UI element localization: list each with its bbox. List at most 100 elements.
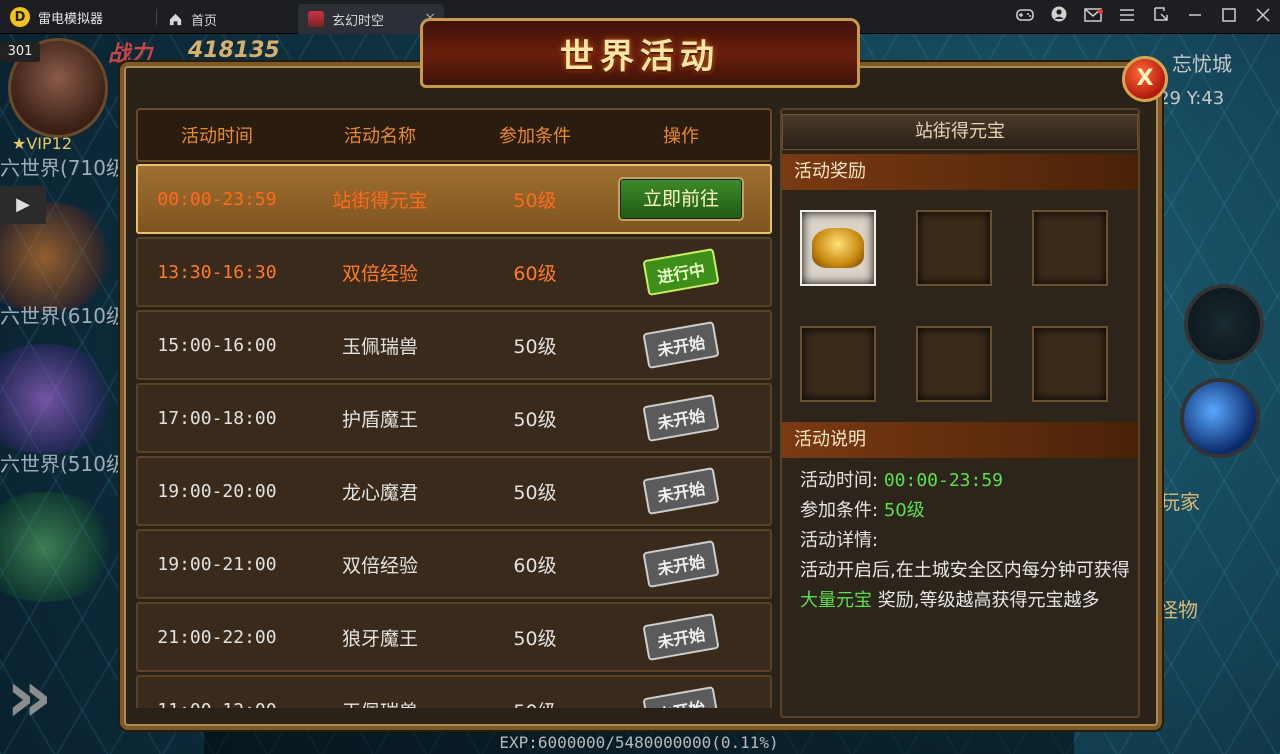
tab-home-label: 首页 xyxy=(191,13,218,29)
close-icon[interactable] xyxy=(1246,0,1280,34)
in-progress-stamp: 进行中 xyxy=(642,248,720,296)
user-icon[interactable] xyxy=(1042,0,1076,34)
activity-list-header: 活动时间 活动名称 参加条件 操作 xyxy=(136,108,772,162)
activity-detail-pane: 站街得元宝 活动奖励 活动说明 活动时间: 00:00-23:59 参加条件: … xyxy=(780,108,1140,718)
go-now-button[interactable]: 立即前往 xyxy=(618,177,744,221)
activity-time: 11:00-12:00 xyxy=(138,700,296,709)
home-icon xyxy=(169,13,182,25)
activity-level: 50级 xyxy=(464,697,606,709)
menu-icon[interactable] xyxy=(1110,0,1144,34)
gold-ingot-icon xyxy=(812,228,864,268)
activity-level: 60级 xyxy=(513,262,557,285)
world-label-510[interactable]: 六世界(510级 xyxy=(0,448,126,477)
activity-row[interactable]: 19:00-21:00 双倍经验 60级 未开始 xyxy=(136,529,772,599)
activity-time: 17:00-18:00 xyxy=(157,407,277,429)
activity-name: 龙心魔君 xyxy=(341,481,418,504)
reward-slot[interactable] xyxy=(800,210,876,286)
star-icon: ★ xyxy=(12,134,27,153)
reward-section-header: 活动奖励 xyxy=(782,154,1138,190)
activity-name: 双倍经验 xyxy=(341,262,418,285)
not-started-stamp: 未开始 xyxy=(642,467,720,515)
emulator-logo-icon: D xyxy=(10,7,30,27)
activity-name: 双倍经验 xyxy=(341,554,418,577)
activity-level: 60级 xyxy=(513,554,557,577)
detail-condition-line: 参加条件: 50级 xyxy=(800,496,925,522)
activity-time: 21:00-22:00 xyxy=(157,626,277,648)
game-icon xyxy=(308,11,324,27)
detail-time-value: 00:00-23:59 xyxy=(883,470,1004,491)
notification-dot xyxy=(1098,9,1103,14)
activity-action: 未开始 xyxy=(606,686,756,708)
not-started-stamp: 未开始 xyxy=(642,540,720,588)
activity-row[interactable]: 00:00-23:59 站街得元宝 50级 立即前往 xyxy=(136,164,772,234)
play-triangle-icon[interactable]: ▶ xyxy=(0,186,46,224)
activity-row[interactable]: 11:00-12:00 玉佩瑞兽 50级 未开始 xyxy=(136,675,772,708)
activity-action: 未开始 xyxy=(606,540,756,588)
activity-action: 进行中 xyxy=(606,248,756,296)
column-header-name: 活动名称 xyxy=(344,126,416,147)
not-started-stamp: 未开始 xyxy=(642,686,720,708)
activity-row[interactable]: 13:30-16:30 双倍经验 60级 进行中 xyxy=(136,237,772,307)
reward-slot xyxy=(916,326,992,402)
activity-list: 活动时间 活动名称 参加条件 操作 00:00-23:59 站街得元宝 50级 … xyxy=(136,108,772,708)
activity-level: 50级 xyxy=(513,481,557,504)
panel-title: 世界活动 xyxy=(560,36,720,77)
mail-icon[interactable] xyxy=(1076,0,1110,34)
activity-action: 立即前往 xyxy=(606,177,756,221)
window-controls xyxy=(1008,0,1280,34)
activity-time: 19:00-21:00 xyxy=(157,553,277,575)
activity-name: 玉佩瑞兽 xyxy=(296,697,464,709)
vip-badge: ★VIP12 xyxy=(12,134,72,153)
exp-bar: EXP:6000000/5480000000(0.11%) xyxy=(204,732,1074,754)
activity-level: 50级 xyxy=(513,408,557,431)
detail-condition-label: 参加条件: xyxy=(800,500,879,521)
not-started-stamp: 未开始 xyxy=(642,613,720,661)
player-level-badge: 301 xyxy=(0,42,40,62)
detail-title: 站街得元宝 xyxy=(782,114,1138,150)
resize-icon[interactable] xyxy=(1144,0,1178,34)
emulator-brand: D 雷电模拟器 xyxy=(10,7,103,27)
activity-action: 未开始 xyxy=(606,467,756,515)
detail-time-line: 活动时间: 00:00-23:59 xyxy=(800,466,1003,492)
activity-row[interactable]: 17:00-18:00 护盾魔王 50级 未开始 xyxy=(136,383,772,453)
world-label-610[interactable]: 六世界(610级 xyxy=(0,300,126,329)
activity-row[interactable]: 21:00-22:00 狼牙魔王 50级 未开始 xyxy=(136,602,772,672)
detail-time-label: 活动时间: xyxy=(800,470,879,491)
expand-chevron-icon[interactable]: » xyxy=(6,654,53,738)
world-label-710[interactable]: 六世界(710级 xyxy=(0,152,126,181)
activity-level: 50级 xyxy=(513,335,557,358)
vip-label: VIP12 xyxy=(26,134,73,153)
detail-condition-value: 50级 xyxy=(883,500,925,521)
description-section-header: 活动说明 xyxy=(782,422,1138,458)
desc-text-post: 奖励,等级越高获得元宝越多 xyxy=(877,590,1100,611)
emulator-app-name: 雷电模拟器 xyxy=(38,11,104,27)
reward-slot xyxy=(1032,326,1108,402)
desc-text-pre: 活动开启后,在土城安全区内每分钟可获得 xyxy=(800,560,1130,581)
column-header-action: 操作 xyxy=(663,126,699,147)
detail-info-label: 活动详情: xyxy=(800,530,879,551)
reward-slot xyxy=(800,326,876,402)
activity-time: 00:00-23:59 xyxy=(157,188,277,210)
side-label-monsters[interactable]: 怪物 xyxy=(1158,594,1198,623)
divider xyxy=(156,9,157,25)
desc-highlight: 大量元宝 xyxy=(800,590,872,611)
skill-slot-button[interactable] xyxy=(1184,284,1264,364)
map-name: 忘忧城 xyxy=(1172,52,1232,76)
detail-description: 活动开启后,在土城安全区内每分钟可获得 大量元宝 奖励,等级越高获得元宝越多 xyxy=(800,556,1130,616)
activity-row[interactable]: 15:00-16:00 玉佩瑞兽 50级 未开始 xyxy=(136,310,772,380)
activity-action: 未开始 xyxy=(606,394,756,442)
maximize-icon[interactable] xyxy=(1212,0,1246,34)
column-header-condition: 参加条件 xyxy=(499,126,571,147)
column-header-time: 活动时间 xyxy=(181,126,253,147)
panel-close-button[interactable]: X xyxy=(1122,56,1168,102)
skill-orb-button[interactable] xyxy=(1180,378,1260,458)
activity-time: 13:30-16:30 xyxy=(157,261,277,283)
combat-power-value: 418135 xyxy=(188,38,280,63)
gamepad-icon[interactable] xyxy=(1008,0,1042,34)
tab-home[interactable]: 首页 xyxy=(158,4,296,34)
minimize-icon[interactable] xyxy=(1178,0,1212,34)
activity-level: 50级 xyxy=(513,189,557,212)
activity-row[interactable]: 19:00-20:00 龙心魔君 50级 未开始 xyxy=(136,456,772,526)
side-label-players[interactable]: 玩家 xyxy=(1160,486,1200,515)
activity-time: 19:00-20:00 xyxy=(157,480,277,502)
